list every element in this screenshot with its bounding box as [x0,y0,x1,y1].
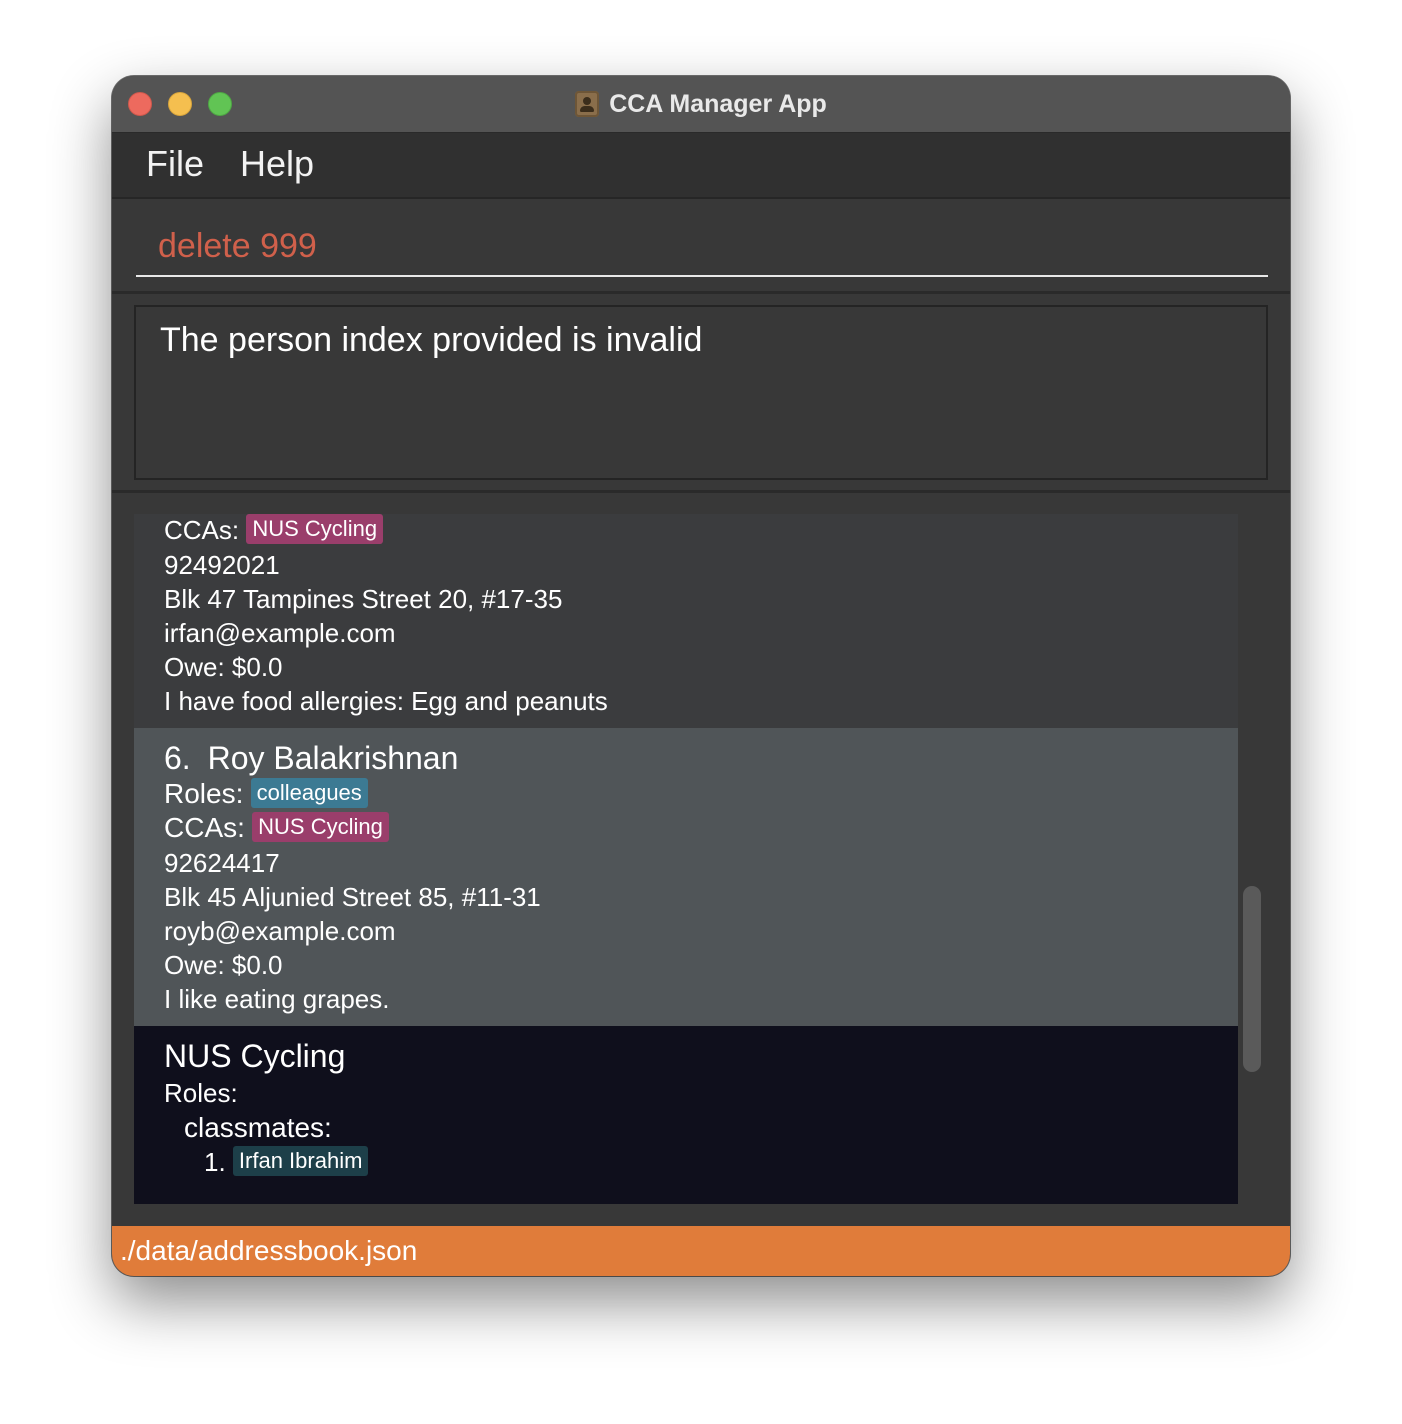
ccas-label: CCAs: [164,812,245,843]
menu-help[interactable]: Help [240,143,314,185]
owe-text: Owe: $0.0 [164,652,283,682]
cca-roles-label: Roles: [164,1078,238,1108]
roles-label: Roles: [164,778,244,809]
result-message: The person index provided is invalid [160,321,703,359]
cca-name: NUS Cycling [164,1038,346,1074]
status-bar: ./data/addressbook.json [112,1226,1290,1276]
address-text: Blk 47 Tampines Street 20, #17-35 [164,584,563,614]
contacts-book-icon [575,91,600,117]
app-window: CCA Manager App File Help The person ind… [112,76,1290,1276]
cca-row: CCAs: NUS Cycling [164,514,384,546]
menu-file[interactable]: File [146,143,204,185]
command-box [112,199,1290,294]
cca-card[interactable]: NUS Cycling Roles: classmates: 1. Irfan … [134,1026,1238,1204]
list-scrollbar-thumb[interactable] [1243,886,1261,1072]
person-list[interactable]: CCAs: NUS Cycling 92492021 Blk 47 Tampin… [134,514,1238,1204]
cca-tag: NUS Cycling [252,812,389,842]
person-index: 6. [164,740,191,776]
phone-text: 92624417 [164,848,280,878]
command-input[interactable] [136,217,1268,277]
panel-divider [112,490,1290,493]
member-tag: Irfan Ibrahim [232,1146,369,1176]
address-text: Blk 45 Aljunied Street 85, #11-31 [164,882,541,912]
person-name: Roy Balakrishnan [207,740,459,776]
save-location-text: ./data/addressbook.json [120,1235,418,1266]
email-text: irfan@example.com [164,618,396,648]
role-tag: colleagues [250,778,368,808]
remark-text: I like eating grapes. [164,984,390,1014]
list-scrollbar-track[interactable] [1242,514,1260,1204]
person-card[interactable]: CCAs: NUS Cycling 92492021 Blk 47 Tampin… [134,514,1238,728]
menu-bar: File Help [112,133,1290,199]
result-display: The person index provided is invalid [134,305,1268,480]
title-bar: CCA Manager App [112,76,1290,133]
cca-row: CCAs: NUS Cycling [164,812,389,844]
member-row: 1. Irfan Ibrahim [204,1146,369,1178]
role-group-label: classmates: [184,1112,332,1143]
window-title: CCA Manager App [609,89,827,118]
person-name-row: 6. Roy Balakrishnan [164,740,458,777]
remark-text: I have food allergies: Egg and peanuts [164,686,608,716]
title-group: CCA Manager App [112,76,1290,132]
member-index: 1. [204,1147,226,1177]
cca-tag: NUS Cycling [246,514,384,544]
owe-text: Owe: $0.0 [164,950,283,980]
person-card-selected[interactable]: 6. Roy Balakrishnan Roles: colleagues CC… [134,728,1238,1026]
roles-row: Roles: colleagues [164,778,368,810]
ccas-label: CCAs: [164,515,240,545]
email-text: royb@example.com [164,916,396,946]
phone-text: 92492021 [164,550,280,580]
